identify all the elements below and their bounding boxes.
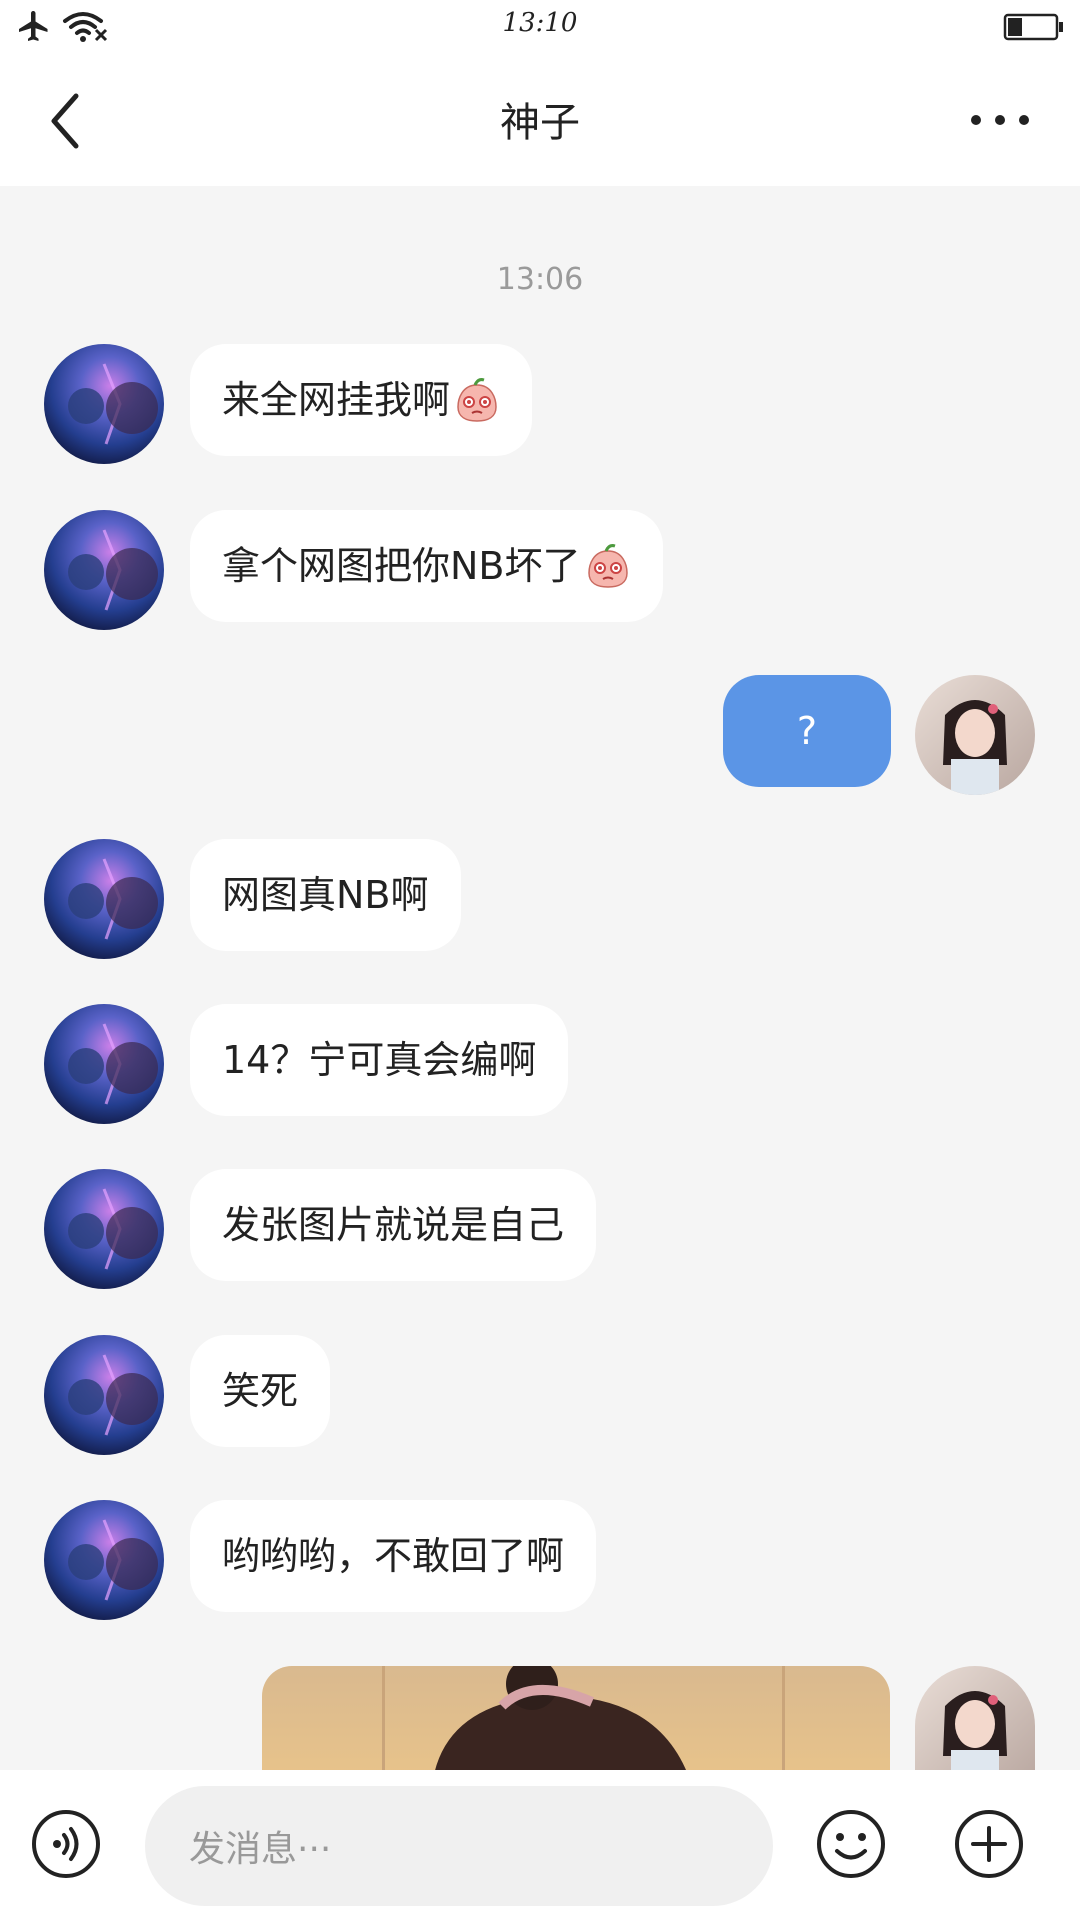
chat-title: 神子 — [500, 100, 580, 146]
voice-icon[interactable] — [30, 1808, 102, 1880]
battery-icon — [1003, 13, 1063, 41]
message-bubble[interactable]: 发张图片就说是自己 — [190, 1169, 597, 1281]
message-bubble[interactable]: 14？宁可真会编啊 — [190, 1004, 569, 1116]
message-bubble[interactable]: 笑死 — [190, 1335, 331, 1447]
message-text: ? — [796, 709, 818, 753]
my-avatar[interactable] — [915, 675, 1035, 795]
contact-avatar[interactable] — [44, 1004, 164, 1124]
message-text: 网图真NB啊 — [222, 873, 429, 917]
pleading-peach-emoji — [454, 377, 500, 423]
my-message-bubble[interactable]: ? — [723, 675, 891, 787]
plus-icon[interactable] — [953, 1808, 1025, 1880]
contact-avatar[interactable] — [44, 839, 164, 959]
contact-avatar[interactable] — [44, 1500, 164, 1620]
pleading-peach-emoji — [585, 543, 631, 589]
status-time: 13:10 — [502, 8, 578, 38]
sent-image-message[interactable] — [262, 1666, 890, 1786]
message-timestamp: 13:06 — [496, 262, 584, 297]
contact-avatar[interactable] — [44, 1335, 164, 1455]
contact-avatar[interactable] — [44, 1169, 164, 1289]
more-dots-icon[interactable] — [968, 102, 1032, 138]
my-avatar[interactable] — [915, 1666, 1035, 1770]
message-bubble[interactable]: 哟哟哟，不敢回了啊 — [190, 1500, 597, 1612]
status-bar: 13:10 — [0, 0, 1080, 52]
message-text: 发张图片就说是自己 — [222, 1203, 565, 1247]
chat-header: 神子 — [0, 52, 1080, 186]
message-text: 哟哟哟，不敢回了啊 — [222, 1534, 565, 1578]
message-input-placeholder: 发消息··· — [189, 1829, 332, 1870]
message-text: 笑死 — [222, 1369, 299, 1413]
message-text: 来全网挂我啊 — [222, 378, 451, 422]
message-bubble[interactable]: 来全网挂我啊 — [190, 344, 533, 456]
message-input-bar: 发消息··· — [0, 1770, 1080, 1920]
contact-avatar[interactable] — [44, 510, 164, 630]
message-bubble[interactable]: 拿个网图把你NB坏了 — [190, 510, 663, 622]
message-text: 14？宁可真会编啊 — [222, 1038, 537, 1082]
contact-avatar[interactable] — [44, 344, 164, 464]
smile-icon[interactable] — [815, 1808, 887, 1880]
message-input[interactable]: 发消息··· — [145, 1786, 773, 1906]
message-bubble[interactable]: 网图真NB啊 — [190, 839, 461, 951]
message-text: 拿个网图把你NB坏了 — [222, 544, 581, 588]
